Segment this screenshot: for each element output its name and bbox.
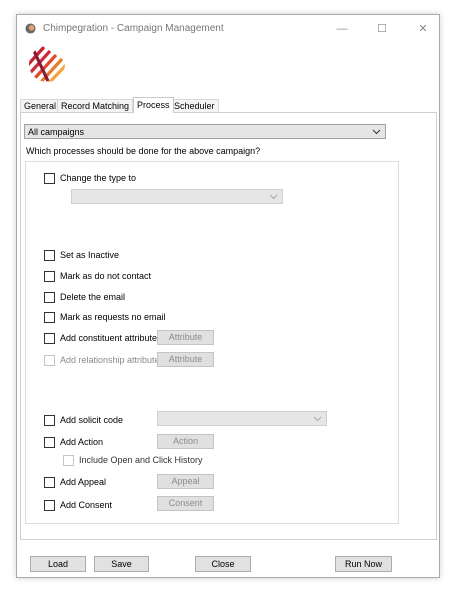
set-inactive-label: Set as Inactive [60,250,120,260]
minimize-button[interactable]: — [327,19,357,39]
do-not-contact-label: Mark as do not contact [60,271,152,281]
add-appeal-label: Add Appeal [60,477,107,487]
chimpegration-logo [29,46,65,82]
requests-no-email-checkbox[interactable] [44,312,55,323]
do-not-contact-checkbox[interactable] [44,271,55,282]
change-type-checkbox[interactable] [44,173,55,184]
add-action-label: Add Action [60,437,104,447]
constituent-attribute-button: Attribute [157,330,214,345]
close-window-button[interactable]: ✕ [408,19,438,39]
chevron-down-icon [269,194,278,200]
change-type-label: Change the type to [60,173,137,183]
tab-scheduler[interactable]: Scheduler [170,99,219,112]
add-consent-checkbox[interactable] [44,500,55,511]
maximize-button[interactable]: ☐ [367,19,397,39]
type-select [71,189,283,204]
action-button: Action [157,434,214,449]
chevron-down-icon [313,416,322,422]
add-action-checkbox[interactable] [44,437,55,448]
add-constituent-attribute-label: Add constituent attribute [60,333,158,343]
load-button[interactable]: Load [30,556,86,572]
chevron-down-icon [372,129,381,135]
delete-email-label: Delete the email [60,292,126,302]
solicit-code-select [157,411,327,426]
tab-general[interactable]: General [20,99,61,112]
set-inactive-checkbox[interactable] [44,250,55,261]
run-now-button[interactable]: Run Now [335,556,392,572]
consent-button: Consent [157,496,214,511]
include-history-checkbox [63,455,74,466]
add-solicit-code-label: Add solicit code [60,415,124,425]
add-solicit-code-checkbox[interactable] [44,415,55,426]
requests-no-email-label: Mark as requests no email [60,312,166,322]
app-icon [25,23,36,34]
appeal-button: Appeal [157,474,214,489]
close-button[interactable]: Close [195,556,251,572]
add-relationship-attribute-label: Add relationship attribute [60,355,160,365]
campaign-select-value: All campaigns [28,127,85,137]
add-appeal-checkbox[interactable] [44,477,55,488]
save-button[interactable]: Save [94,556,149,572]
delete-email-checkbox[interactable] [44,292,55,303]
relationship-attribute-button: Attribute [157,352,214,367]
add-constituent-attribute-checkbox[interactable] [44,333,55,344]
group-title: Which processes should be done for the a… [25,146,262,156]
campaign-select[interactable]: All campaigns [24,124,386,139]
include-history-label: Include Open and Click History [79,455,203,465]
window-title: Chimpegration - Campaign Management [43,23,224,34]
tab-process[interactable]: Process [133,97,174,113]
add-consent-label: Add Consent [60,500,113,510]
main-window: Chimpegration - Campaign Management — ☐ … [16,14,440,578]
add-relationship-attribute-checkbox [44,355,55,366]
title-bar: Chimpegration - Campaign Management — ☐ … [17,15,439,43]
tab-record-matching[interactable]: Record Matching [57,99,134,112]
